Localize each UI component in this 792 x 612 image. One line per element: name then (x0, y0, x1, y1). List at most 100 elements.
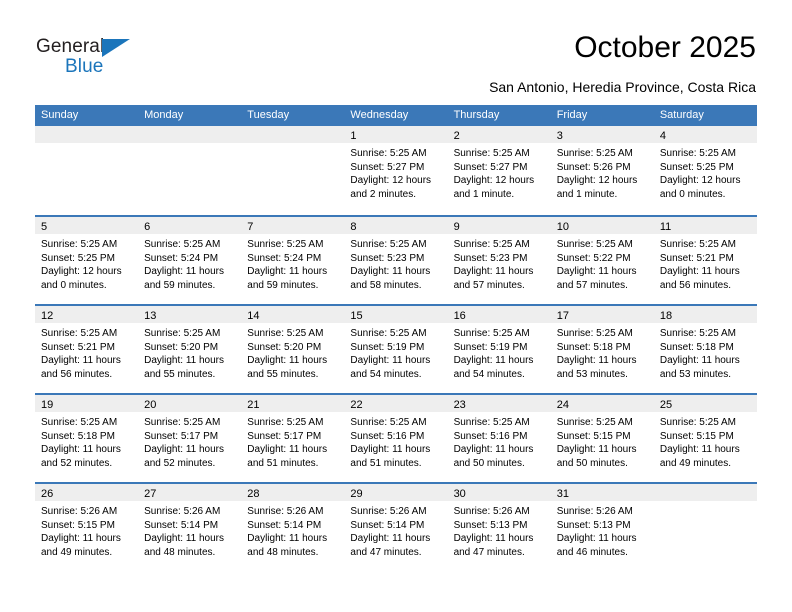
sunrise-text: Sunrise: 5:25 AM (659, 239, 736, 250)
sunset-text: Sunset: 5:25 PM (659, 161, 734, 173)
day-number-band: 7 (241, 217, 345, 234)
day-cell[interactable]: 27 Sunrise: 5:26 AM Sunset: 5:14 PM Dayl… (138, 484, 242, 571)
day-number-band: 13 (138, 306, 242, 323)
daylight-text: Daylight: 11 hours (659, 355, 740, 366)
calendar-page: General Blue October 2025 San Antonio, H… (0, 0, 792, 612)
day-cell[interactable]: 19 Sunrise: 5:25 AM Sunset: 5:18 PM Dayl… (35, 395, 139, 482)
day-info: Sunrise: 5:25 AM Sunset: 5:15 PM Dayligh… (654, 412, 757, 470)
day-cell[interactable]: 13 Sunrise: 5:25 AM Sunset: 5:20 PM Dayl… (138, 306, 242, 393)
day-info: Sunrise: 5:25 AM Sunset: 5:15 PM Dayligh… (551, 412, 654, 470)
sunset-text: Sunset: 5:14 PM (144, 519, 219, 531)
day-cell[interactable]: 4 Sunrise: 5:25 AM Sunset: 5:25 PM Dayli… (653, 126, 757, 215)
sunrise-text: Sunrise: 5:25 AM (556, 148, 633, 159)
daylight-text: Daylight: 11 hours (41, 355, 121, 366)
day-number-band (653, 484, 757, 501)
day-info: Sunrise: 5:25 AM Sunset: 5:23 PM Dayligh… (448, 234, 551, 292)
day-info: Sunrise: 5:25 AM Sunset: 5:16 PM Dayligh… (448, 412, 551, 470)
day-cell[interactable]: 20 Sunrise: 5:25 AM Sunset: 5:17 PM Dayl… (138, 395, 242, 482)
day-cell[interactable]: 17 Sunrise: 5:25 AM Sunset: 5:18 PM Dayl… (550, 306, 654, 393)
daylight-text-cont: and 57 minutes. (453, 279, 525, 291)
day-cell[interactable] (653, 484, 757, 571)
day-cell[interactable]: 8 Sunrise: 5:25 AM Sunset: 5:23 PM Dayli… (344, 217, 448, 304)
daylight-text-cont: and 1 minute. (556, 188, 618, 200)
day-cell[interactable]: 21 Sunrise: 5:25 AM Sunset: 5:17 PM Dayl… (241, 395, 345, 482)
day-number: 23 (453, 399, 466, 411)
day-cell[interactable]: 28 Sunrise: 5:26 AM Sunset: 5:14 PM Dayl… (241, 484, 345, 571)
daylight-text: Daylight: 12 hours (659, 175, 741, 186)
day-cell[interactable]: 16 Sunrise: 5:25 AM Sunset: 5:19 PM Dayl… (447, 306, 551, 393)
day-cell[interactable]: 7 Sunrise: 5:25 AM Sunset: 5:24 PM Dayli… (241, 217, 345, 304)
daylight-text-cont: and 0 minutes. (659, 188, 726, 200)
sunrise-text: Sunrise: 5:26 AM (350, 506, 427, 517)
week-row: 1 Sunrise: 5:25 AM Sunset: 5:27 PM Dayli… (35, 126, 757, 215)
day-cell[interactable]: 12 Sunrise: 5:25 AM Sunset: 5:21 PM Dayl… (35, 306, 139, 393)
weekday-monday: Monday (144, 109, 184, 121)
day-info: Sunrise: 5:25 AM Sunset: 5:21 PM Dayligh… (654, 234, 757, 292)
day-number: 15 (350, 310, 363, 322)
day-cell[interactable]: 1 Sunrise: 5:25 AM Sunset: 5:27 PM Dayli… (344, 126, 448, 215)
day-cell[interactable] (35, 126, 139, 215)
day-cell[interactable]: 25 Sunrise: 5:25 AM Sunset: 5:15 PM Dayl… (653, 395, 757, 482)
sunrise-text: Sunrise: 5:25 AM (453, 328, 530, 339)
day-info: Sunrise: 5:25 AM Sunset: 5:25 PM Dayligh… (654, 143, 757, 201)
day-cell[interactable]: 26 Sunrise: 5:26 AM Sunset: 5:15 PM Dayl… (35, 484, 139, 571)
daylight-text: Daylight: 11 hours (144, 533, 224, 544)
day-number: 1 (350, 130, 357, 142)
day-number-band: 31 (550, 484, 654, 501)
week-row: 26 Sunrise: 5:26 AM Sunset: 5:15 PM Dayl… (35, 482, 757, 571)
day-cell[interactable]: 5 Sunrise: 5:25 AM Sunset: 5:25 PM Dayli… (35, 217, 139, 304)
day-cell[interactable]: 9 Sunrise: 5:25 AM Sunset: 5:23 PM Dayli… (447, 217, 551, 304)
weekday-friday: Friday (556, 109, 588, 121)
sunrise-text: Sunrise: 5:25 AM (556, 239, 633, 250)
day-number: 11 (659, 221, 672, 233)
day-number-band: 30 (447, 484, 551, 501)
day-number-band: 22 (344, 395, 448, 412)
day-cell[interactable]: 18 Sunrise: 5:25 AM Sunset: 5:18 PM Dayl… (653, 306, 757, 393)
day-cell[interactable]: 31 Sunrise: 5:26 AM Sunset: 5:13 PM Dayl… (550, 484, 654, 571)
day-info (241, 143, 344, 147)
day-info: Sunrise: 5:25 AM Sunset: 5:18 PM Dayligh… (551, 323, 654, 381)
day-cell[interactable]: 29 Sunrise: 5:26 AM Sunset: 5:14 PM Dayl… (344, 484, 448, 571)
week-row: 19 Sunrise: 5:25 AM Sunset: 5:18 PM Dayl… (35, 393, 757, 482)
day-number: 21 (247, 399, 260, 411)
day-number: 28 (247, 488, 260, 500)
sunrise-text: Sunrise: 5:25 AM (556, 417, 633, 428)
day-cell[interactable] (138, 126, 242, 215)
day-cell[interactable]: 2 Sunrise: 5:25 AM Sunset: 5:27 PM Dayli… (447, 126, 551, 215)
daylight-text: Daylight: 11 hours (41, 444, 121, 455)
daylight-text: Daylight: 11 hours (453, 533, 534, 544)
sunset-text: Sunset: 5:22 PM (556, 252, 631, 264)
day-number (138, 130, 144, 142)
day-cell[interactable]: 15 Sunrise: 5:25 AM Sunset: 5:19 PM Dayl… (344, 306, 448, 393)
sunrise-text: Sunrise: 5:26 AM (556, 506, 633, 517)
daylight-text-cont: and 50 minutes. (453, 457, 525, 469)
weekday-wednesday: Wednesday (350, 109, 409, 121)
sunrise-text: Sunrise: 5:25 AM (453, 239, 530, 250)
logo-text-general: General (36, 36, 105, 57)
day-cell[interactable]: 22 Sunrise: 5:25 AM Sunset: 5:16 PM Dayl… (344, 395, 448, 482)
day-cell[interactable]: 30 Sunrise: 5:26 AM Sunset: 5:13 PM Dayl… (447, 484, 551, 571)
daylight-text: Daylight: 11 hours (247, 355, 328, 366)
day-number: 13 (144, 310, 157, 322)
weekday-thursday: Thursday (453, 109, 500, 121)
logo-text-blue: Blue (65, 56, 104, 77)
weekday-saturday: Saturday (659, 109, 704, 121)
day-cell[interactable]: 11 Sunrise: 5:25 AM Sunset: 5:21 PM Dayl… (653, 217, 757, 304)
day-cell[interactable]: 23 Sunrise: 5:25 AM Sunset: 5:16 PM Dayl… (447, 395, 551, 482)
sunset-text: Sunset: 5:24 PM (247, 252, 322, 264)
day-cell[interactable] (241, 126, 345, 215)
day-info: Sunrise: 5:25 AM Sunset: 5:22 PM Dayligh… (551, 234, 654, 292)
day-cell[interactable]: 6 Sunrise: 5:25 AM Sunset: 5:24 PM Dayli… (138, 217, 242, 304)
daylight-text-cont: and 56 minutes. (659, 279, 732, 291)
day-cell[interactable]: 10 Sunrise: 5:25 AM Sunset: 5:22 PM Dayl… (550, 217, 654, 304)
day-cell[interactable]: 3 Sunrise: 5:25 AM Sunset: 5:26 PM Dayli… (550, 126, 654, 215)
day-number-band: 15 (344, 306, 448, 323)
day-cell[interactable]: 24 Sunrise: 5:25 AM Sunset: 5:15 PM Dayl… (550, 395, 654, 482)
sunset-text: Sunset: 5:21 PM (659, 252, 734, 264)
day-cell[interactable]: 14 Sunrise: 5:25 AM Sunset: 5:20 PM Dayl… (241, 306, 345, 393)
day-info: Sunrise: 5:25 AM Sunset: 5:18 PM Dayligh… (35, 412, 138, 470)
day-number-band: 16 (447, 306, 551, 323)
day-number-band (138, 126, 242, 143)
day-number: 7 (247, 221, 254, 233)
sunset-text: Sunset: 5:19 PM (453, 341, 528, 353)
